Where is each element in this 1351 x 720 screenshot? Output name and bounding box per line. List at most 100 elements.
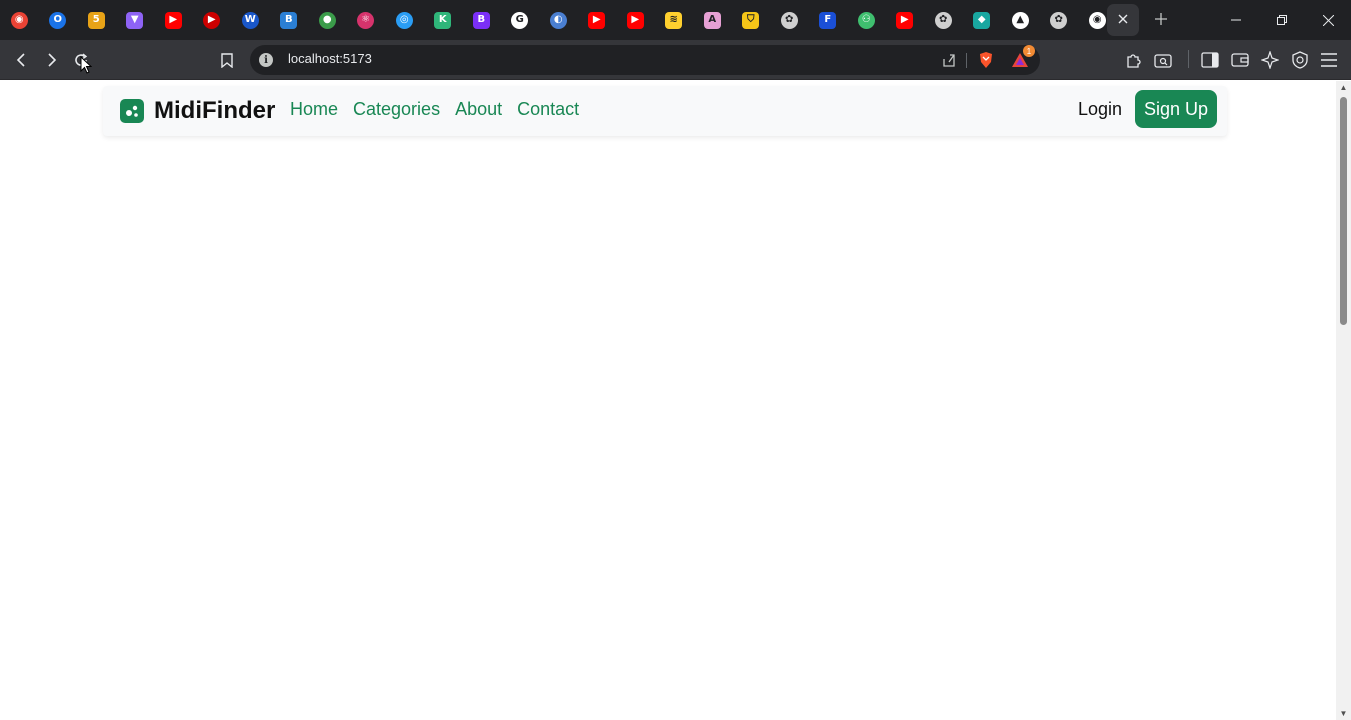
minimize-button[interactable]	[1213, 0, 1259, 40]
pinned-tab[interactable]: ▶	[616, 0, 655, 40]
mouse-cursor-icon	[80, 55, 93, 79]
pinned-tab[interactable]: ◐	[539, 0, 578, 40]
pinned-tab[interactable]: ⛉	[732, 0, 771, 40]
site-info-icon[interactable]: i	[259, 53, 273, 67]
pinned-tab[interactable]: ✿	[924, 0, 963, 40]
nav-links: Home Categories About Contact	[290, 99, 594, 120]
google-icon: G	[511, 11, 529, 29]
github-icon: ◉	[1088, 11, 1106, 29]
sidebar-icon[interactable]	[1198, 48, 1222, 72]
toolbar-divider	[1188, 50, 1189, 68]
brand-name[interactable]: MidiFinder	[154, 97, 275, 125]
pinned-tab[interactable]: ◉	[0, 0, 39, 40]
menu-icon[interactable]	[1317, 48, 1341, 72]
pinned-tab[interactable]: ▲	[1001, 0, 1040, 40]
page-scrollbar[interactable]: ▲ ▼	[1336, 81, 1351, 720]
midi-logo-icon	[120, 99, 144, 123]
record-icon: ◉	[10, 11, 28, 29]
affinity-icon: A	[703, 11, 721, 29]
pinned-tab[interactable]: K	[424, 0, 463, 40]
close-tab-icon[interactable]	[1118, 11, 1128, 29]
miro-icon: ≋	[665, 11, 683, 29]
pinned-tab[interactable]: G	[501, 0, 540, 40]
leo-ai-icon[interactable]	[1258, 48, 1282, 72]
brand[interactable]: MidiFinder	[120, 96, 275, 126]
restore-button[interactable]	[1259, 0, 1305, 40]
pinned-tab[interactable]: A	[693, 0, 732, 40]
pinned-tab[interactable]: ▶	[886, 0, 925, 40]
people-icon: ⚇	[857, 11, 875, 29]
share-icon[interactable]	[940, 51, 958, 69]
react-icon: ⚛	[357, 11, 375, 29]
figma-icon: ●	[318, 11, 336, 29]
pinned-tab[interactable]: ✿	[770, 0, 809, 40]
k-icon: K	[434, 11, 452, 29]
browser-toolbar: i localhost:5173 1	[0, 40, 1351, 80]
pinned-tab[interactable]: ▶	[578, 0, 617, 40]
tab-search-icon[interactable]	[1151, 48, 1175, 72]
notification-badge: 1	[1023, 45, 1035, 57]
opera-icon: O	[49, 11, 67, 29]
scrollbar-thumb[interactable]	[1340, 97, 1347, 325]
pinned-tab[interactable]: ⚇	[847, 0, 886, 40]
address-url[interactable]: localhost:5173	[288, 51, 372, 66]
scroll-down-arrow-icon[interactable]: ▼	[1339, 709, 1348, 718]
extensions-icon[interactable]	[1122, 48, 1146, 72]
scroll-up-arrow-icon[interactable]: ▲	[1339, 83, 1348, 92]
pinned-tab[interactable]: O	[39, 0, 78, 40]
browser-tab-strip: ◉ O 5 ▼ ▶ ▶ W B ● ⚛ ◎ K B G ◐ ▶ ▶ ≋ A ⛉ ✿ F ⚇ ▶ ✿ ◆ ▲ ✿ ◉	[0, 0, 1351, 40]
bootstrap-b-icon: B	[472, 11, 490, 29]
openai-icon: ✿	[934, 11, 952, 29]
site-navbar: MidiFinder Home Categories About Contact…	[103, 86, 1227, 136]
pinned-tab[interactable]: ⚛	[347, 0, 386, 40]
pinned-tab[interactable]: ●	[308, 0, 347, 40]
bookmark-icon[interactable]	[215, 48, 239, 72]
pinned-tab[interactable]: ◎	[385, 0, 424, 40]
vite-icon: ▼	[126, 11, 144, 29]
pinned-tab[interactable]: 5	[77, 0, 116, 40]
new-tab-button[interactable]	[1150, 8, 1172, 30]
triangle-icon: ▲	[1011, 11, 1029, 29]
pinned-tab[interactable]: ▼	[116, 0, 155, 40]
window-controls	[1213, 0, 1351, 40]
login-link[interactable]: Login	[1078, 99, 1122, 120]
pinned-tab[interactable]: B	[270, 0, 309, 40]
nav-about-link[interactable]: About	[455, 99, 502, 120]
pinned-tab[interactable]: ▶	[193, 0, 232, 40]
omnibox-divider	[966, 53, 967, 68]
page-viewport: MidiFinder Home Categories About Contact…	[0, 81, 1336, 720]
pinned-tab[interactable]: ▶	[154, 0, 193, 40]
chromium-icon: ◐	[549, 11, 567, 29]
youtube-icon: ▶	[588, 11, 606, 29]
flag-icon: F	[819, 11, 837, 29]
youtube-icon: ▶	[626, 11, 644, 29]
wordpress-icon: W	[241, 11, 259, 29]
youtube-icon: ▶	[896, 11, 914, 29]
close-window-button[interactable]	[1305, 0, 1351, 40]
pinned-tab[interactable]: ≋	[655, 0, 694, 40]
pinned-tab[interactable]: B	[462, 0, 501, 40]
wallet-icon[interactable]	[1228, 48, 1252, 72]
pinned-tab[interactable]: W	[231, 0, 270, 40]
youtube-music-icon: ▶	[203, 11, 221, 29]
brave-shields-icon[interactable]	[977, 51, 995, 69]
forward-button[interactable]	[39, 48, 63, 72]
brave-rewards-icon[interactable]: 1	[1011, 45, 1035, 69]
bootstrap-icon: B	[280, 11, 298, 29]
active-tab[interactable]	[1107, 4, 1139, 36]
pinned-tab[interactable]: F	[809, 0, 848, 40]
pinned-tab[interactable]: ✿	[1040, 0, 1079, 40]
pinned-tabs: ◉ O 5 ▼ ▶ ▶ W B ● ⚛ ◎ K B G ◐ ▶ ▶ ≋ A ⛉ ✿ F ⚇ ▶ ✿ ◆ ▲ ✿ ◉	[0, 0, 1117, 40]
nav-contact-link[interactable]: Contact	[517, 99, 579, 120]
vpn-shield-icon[interactable]	[1288, 48, 1312, 72]
nav-home-link[interactable]: Home	[290, 99, 338, 120]
address-bar[interactable]: i localhost:5173 1	[250, 45, 1040, 75]
signup-button[interactable]: Sign Up	[1135, 90, 1217, 128]
diamond-icon: ◆	[973, 11, 991, 29]
youtube-icon: ▶	[164, 11, 182, 29]
pinned-tab[interactable]: ◆	[963, 0, 1002, 40]
compass-icon: ◎	[395, 11, 413, 29]
nav-categories-link[interactable]: Categories	[353, 99, 440, 120]
shield-icon: ⛉	[742, 11, 760, 29]
back-button[interactable]	[10, 48, 34, 72]
